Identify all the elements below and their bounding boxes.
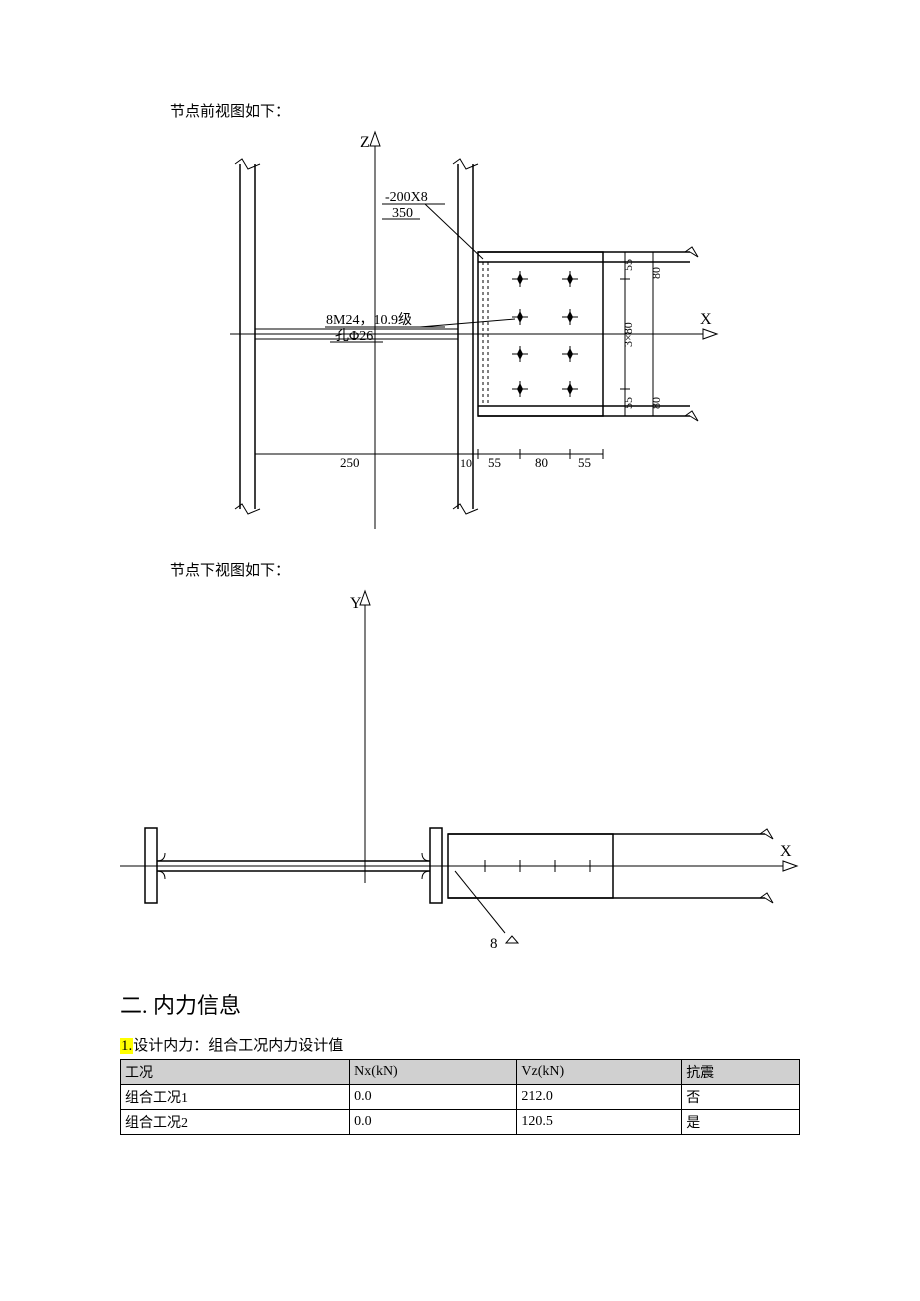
axis-z-label: Z (360, 134, 370, 151)
cell: 否 (682, 1085, 800, 1110)
sub-num: 1. (120, 1038, 133, 1054)
dim-55b: 55 (578, 455, 591, 470)
bottom-view-svg: Y X 8 (120, 588, 800, 958)
force-table: 工况 Nx(kN) Vz(kN) 抗震 组合工况1 0.0 212.0 否 组合… (120, 1059, 800, 1135)
axis-x-label: X (700, 311, 712, 328)
sub-heading-design-force: 1.设计内力：组合工况内力设计值 (120, 1034, 800, 1055)
table-row: 组合工况1 0.0 212.0 否 (121, 1085, 800, 1110)
cell: 212.0 (517, 1085, 682, 1110)
bolt-spec-top: 8M24，10.9级 (326, 312, 412, 328)
section-heading-forces: 二. 内力信息 (120, 988, 800, 1020)
cell: 0.0 (350, 1110, 517, 1135)
table-header-row: 工况 Nx(kN) Vz(kN) 抗震 (121, 1060, 800, 1085)
bolt-spec-bot: 孔Φ26 (335, 328, 373, 344)
dim-r55-bot: 55 (621, 397, 635, 409)
dim-r-3x80: 3×80 (621, 322, 635, 347)
dim-r80-top: 80 (649, 267, 663, 279)
dim-r80-bot: 80 (649, 397, 663, 409)
plate-size-top: -200X8 (385, 190, 428, 205)
th-case: 工况 (121, 1060, 350, 1085)
dim-250: 250 (340, 455, 360, 470)
dim-80a: 80 (535, 455, 548, 470)
cell: 0.0 (350, 1085, 517, 1110)
table-row: 组合工况2 0.0 120.5 是 (121, 1110, 800, 1135)
th-nx: Nx(kN) (350, 1060, 517, 1085)
dim-r55-top: 55 (621, 259, 635, 271)
th-vz: Vz(kN) (517, 1060, 682, 1085)
axis-y-label: Y (350, 595, 362, 612)
bottom-view-caption: 节点下视图如下： (170, 559, 800, 580)
cell: 组合工况2 (121, 1110, 350, 1135)
front-view-svg: Z X (200, 129, 720, 529)
callout-8: 8 (490, 936, 498, 952)
bottom-view-diagram: Y X 8 (120, 588, 800, 963)
plate-size-bot: 350 (392, 206, 413, 221)
dim-10: 10 (460, 456, 472, 470)
front-view-caption: 节点前视图如下： (170, 100, 800, 121)
sub-text: 设计内力：组合工况内力设计值 (133, 1038, 343, 1054)
axis-x-label-2: X (780, 843, 792, 860)
cell: 120.5 (517, 1110, 682, 1135)
dim-55a: 55 (488, 455, 501, 470)
cell: 组合工况1 (121, 1085, 350, 1110)
th-seismic: 抗震 (682, 1060, 800, 1085)
front-view-diagram: Z X (120, 129, 800, 534)
cell: 是 (682, 1110, 800, 1135)
